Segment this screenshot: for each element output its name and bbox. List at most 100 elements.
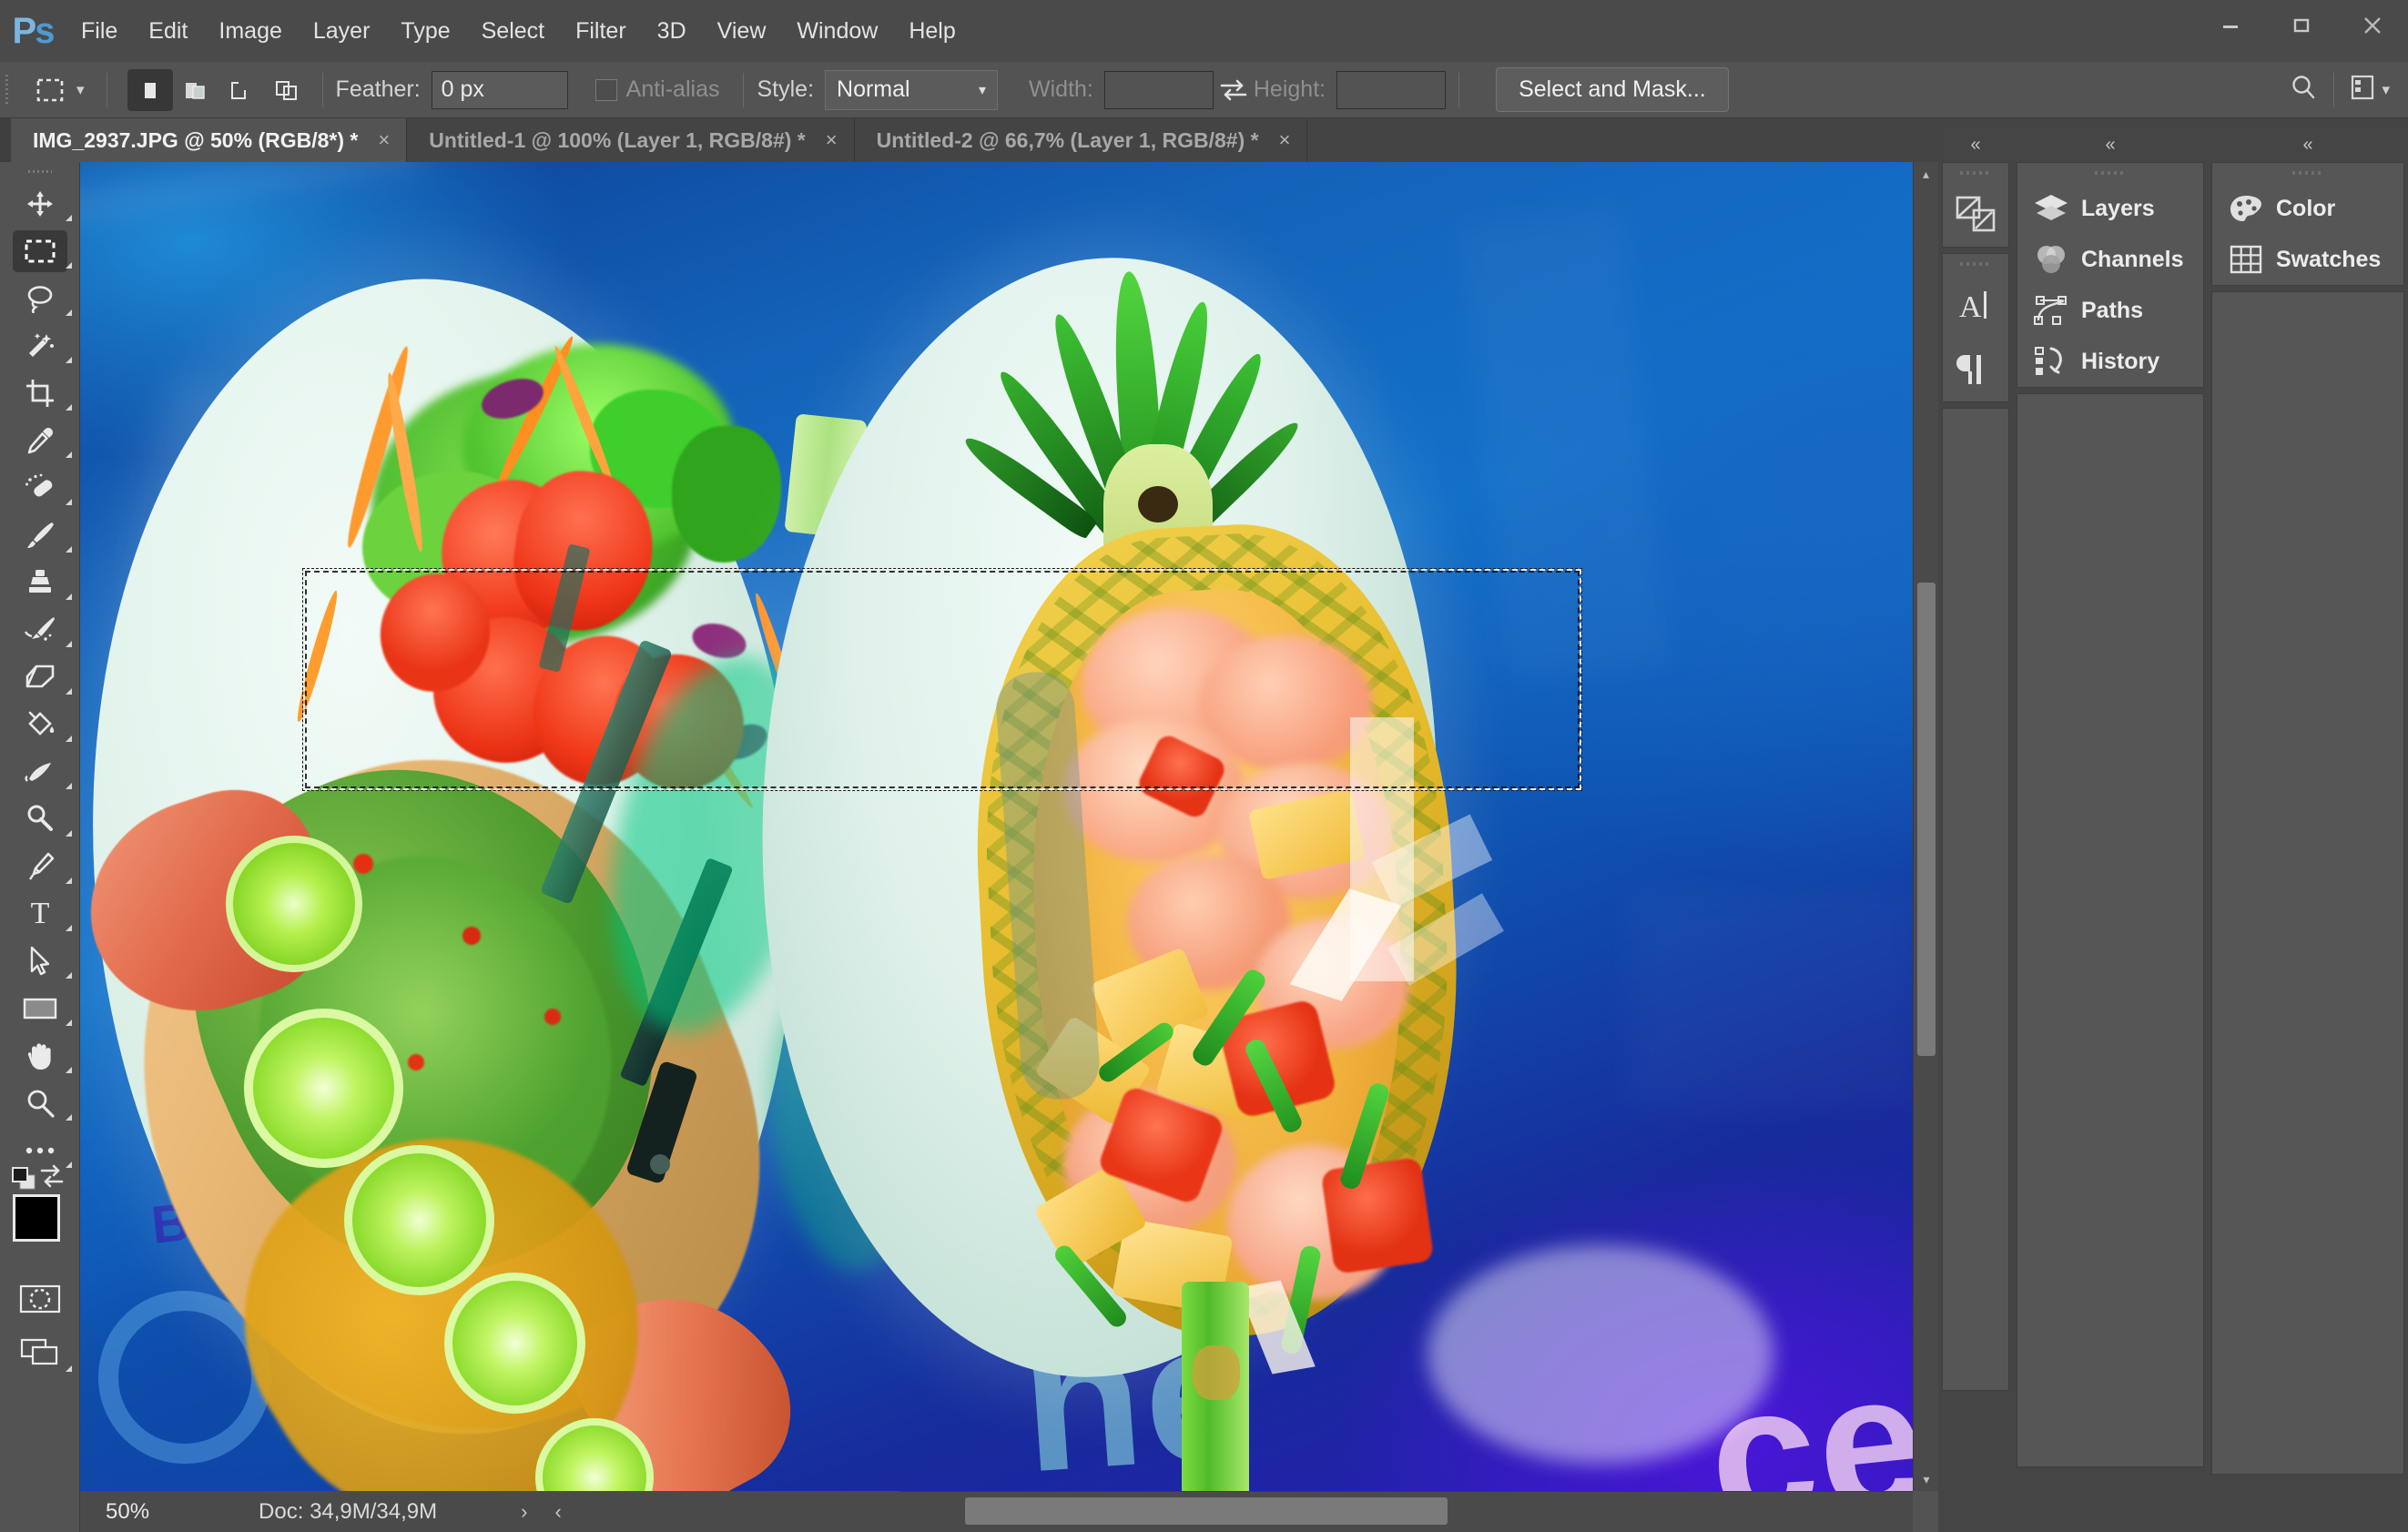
close-icon[interactable]: × xyxy=(378,128,390,152)
zoom-tool[interactable] xyxy=(0,1080,80,1127)
minimize-icon[interactable] xyxy=(2195,0,2266,51)
blur-smudge-tool[interactable] xyxy=(0,748,80,796)
subtract-from-selection-icon[interactable] xyxy=(218,69,264,111)
close-icon[interactable]: × xyxy=(1279,128,1291,152)
swap-foreground-background-icon[interactable] xyxy=(36,1163,67,1195)
menu-type[interactable]: Type xyxy=(385,0,465,62)
menu-window[interactable]: Window xyxy=(781,0,893,62)
history-brush-tool[interactable] xyxy=(0,606,80,654)
panel-group-adjustments xyxy=(1942,162,2009,248)
paragraph-icon[interactable] xyxy=(1943,338,2008,401)
anti-alias-checkbox[interactable] xyxy=(594,78,617,101)
panel-paths[interactable]: Paths xyxy=(2017,285,2203,336)
height-input[interactable] xyxy=(1336,70,1447,109)
paint-bucket-tool[interactable] xyxy=(0,701,80,748)
panel-grip[interactable] xyxy=(2017,163,2203,183)
panel-grip[interactable] xyxy=(1943,163,2008,183)
tools-panel-grip[interactable] xyxy=(0,162,79,180)
close-icon[interactable] xyxy=(2337,0,2408,51)
panel-grip[interactable] xyxy=(2212,163,2403,183)
add-to-selection-icon[interactable] xyxy=(173,69,218,111)
tab-untitled-2[interactable]: Untitled-2 @ 66,7% (Layer 1, RGB/8#) * × xyxy=(854,118,1308,162)
pen-tool[interactable] xyxy=(0,843,80,890)
menu-edit[interactable]: Edit xyxy=(133,0,203,62)
rectangular-marquee-icon[interactable] xyxy=(29,69,71,111)
eraser-tool[interactable] xyxy=(0,654,80,701)
tool-preset-chevron-down-icon[interactable]: ▾ xyxy=(76,81,85,99)
crop-tool[interactable] xyxy=(0,370,80,417)
feather-input[interactable] xyxy=(431,70,568,109)
adjustments-icon[interactable] xyxy=(1943,183,2008,247)
style-select[interactable]: Normal ▾ xyxy=(825,69,999,110)
default-foreground-background-icon[interactable] xyxy=(9,1165,40,1197)
intersect-selection-icon[interactable] xyxy=(264,69,310,111)
horizontal-type-tool[interactable]: T xyxy=(0,890,80,938)
menu-select[interactable]: Select xyxy=(466,0,560,62)
canvas-vertical-scrollbar[interactable]: ▴ ▾ xyxy=(1913,162,1938,1491)
panel-color-label: Color xyxy=(2276,195,2336,221)
tab-bar-grip xyxy=(0,118,11,162)
brush-tool[interactable] xyxy=(0,512,80,559)
canvas-area[interactable]: BLUALS ne ce xyxy=(80,162,1913,1491)
path-selection-tool[interactable] xyxy=(0,938,80,985)
panel-group-placeholder xyxy=(2211,291,2404,1475)
rectangle-tool[interactable] xyxy=(0,985,80,1032)
character-icon[interactable]: A xyxy=(1943,274,2008,338)
spot-healing-brush-tool[interactable] xyxy=(0,464,80,512)
horizontal-scrollbar-thumb[interactable] xyxy=(965,1497,1448,1525)
collapse-panels-icon[interactable]: « xyxy=(2208,127,2408,162)
menu-3d[interactable]: 3D xyxy=(642,0,702,62)
selection-marquee[interactable] xyxy=(302,568,1582,791)
panel-channels[interactable]: Channels xyxy=(2017,234,2203,285)
dodge-tool[interactable] xyxy=(0,796,80,843)
menu-image[interactable]: Image xyxy=(203,0,297,62)
status-left-chevron-icon[interactable]: ‹ xyxy=(554,1500,561,1524)
menu-layer[interactable]: Layer xyxy=(298,0,386,62)
width-input[interactable] xyxy=(1103,70,1214,109)
workspace-switcher-icon[interactable] xyxy=(2349,73,2376,107)
swap-width-height-icon[interactable] xyxy=(1214,77,1254,103)
select-and-mask-button[interactable]: Select and Mask... xyxy=(1496,67,1729,112)
move-tool[interactable] xyxy=(0,180,80,228)
document-image[interactable]: BLUALS ne ce xyxy=(80,162,1913,1491)
options-bar-grip[interactable] xyxy=(0,62,13,118)
vertical-scrollbar-thumb[interactable] xyxy=(1917,583,1936,1056)
options-bar-right: ▾ xyxy=(2288,72,2399,107)
menu-filter[interactable]: Filter xyxy=(560,0,642,62)
chevron-down-icon: ▾ xyxy=(978,82,987,98)
menu-view[interactable]: View xyxy=(702,0,782,62)
tab-label: IMG_2937.JPG @ 50% (RGB/8*) * xyxy=(33,127,359,152)
foreground-color-swatch[interactable] xyxy=(13,1194,60,1242)
search-icon[interactable] xyxy=(2288,72,2319,107)
tab-img-2937[interactable]: IMG_2937.JPG @ 50% (RGB/8*) * × xyxy=(11,118,408,162)
rectangular-marquee-tool[interactable] xyxy=(0,228,80,275)
collapse-panels-icon[interactable]: « xyxy=(2013,127,2208,162)
hand-tool[interactable] xyxy=(0,1032,80,1080)
new-selection-icon[interactable] xyxy=(127,68,173,111)
collapse-panels-icon[interactable]: « xyxy=(1938,127,2013,162)
tab-untitled-1[interactable]: Untitled-1 @ 100% (Layer 1, RGB/8#) * × xyxy=(407,118,855,162)
panel-swatches[interactable]: Swatches xyxy=(2212,234,2403,285)
scroll-up-icon[interactable]: ▴ xyxy=(1914,162,1938,186)
close-icon[interactable]: × xyxy=(826,128,838,152)
clone-stamp-tool[interactable] xyxy=(0,559,80,606)
panel-layers[interactable]: Layers xyxy=(2017,183,2203,234)
tool-flyout-corner-icon xyxy=(66,309,72,316)
lasso-tool[interactable] xyxy=(0,275,80,322)
scroll-down-icon[interactable]: ▾ xyxy=(1914,1467,1939,1491)
quick-selection-tool[interactable] xyxy=(0,322,80,370)
status-expand-chevron-icon[interactable]: › xyxy=(521,1500,527,1524)
panel-color[interactable]: Color xyxy=(2212,183,2403,234)
workspace-chevron-down-icon[interactable]: ▾ xyxy=(2382,81,2390,99)
menu-file[interactable]: File xyxy=(66,0,133,62)
tool-flyout-corner-icon xyxy=(66,1162,72,1168)
quick-mask-mode-toggle[interactable] xyxy=(0,1273,80,1325)
panel-grip[interactable] xyxy=(1943,254,2008,274)
screen-mode-toggle[interactable] xyxy=(0,1325,80,1378)
anti-alias-label: Anti-alias xyxy=(625,76,720,102)
panel-history[interactable]: History xyxy=(2017,336,2203,387)
menu-help[interactable]: Help xyxy=(893,0,970,62)
zoom-level-input[interactable]: 50% xyxy=(80,1499,168,1525)
eyedropper-tool[interactable] xyxy=(0,417,80,464)
maximize-icon[interactable] xyxy=(2266,0,2337,51)
